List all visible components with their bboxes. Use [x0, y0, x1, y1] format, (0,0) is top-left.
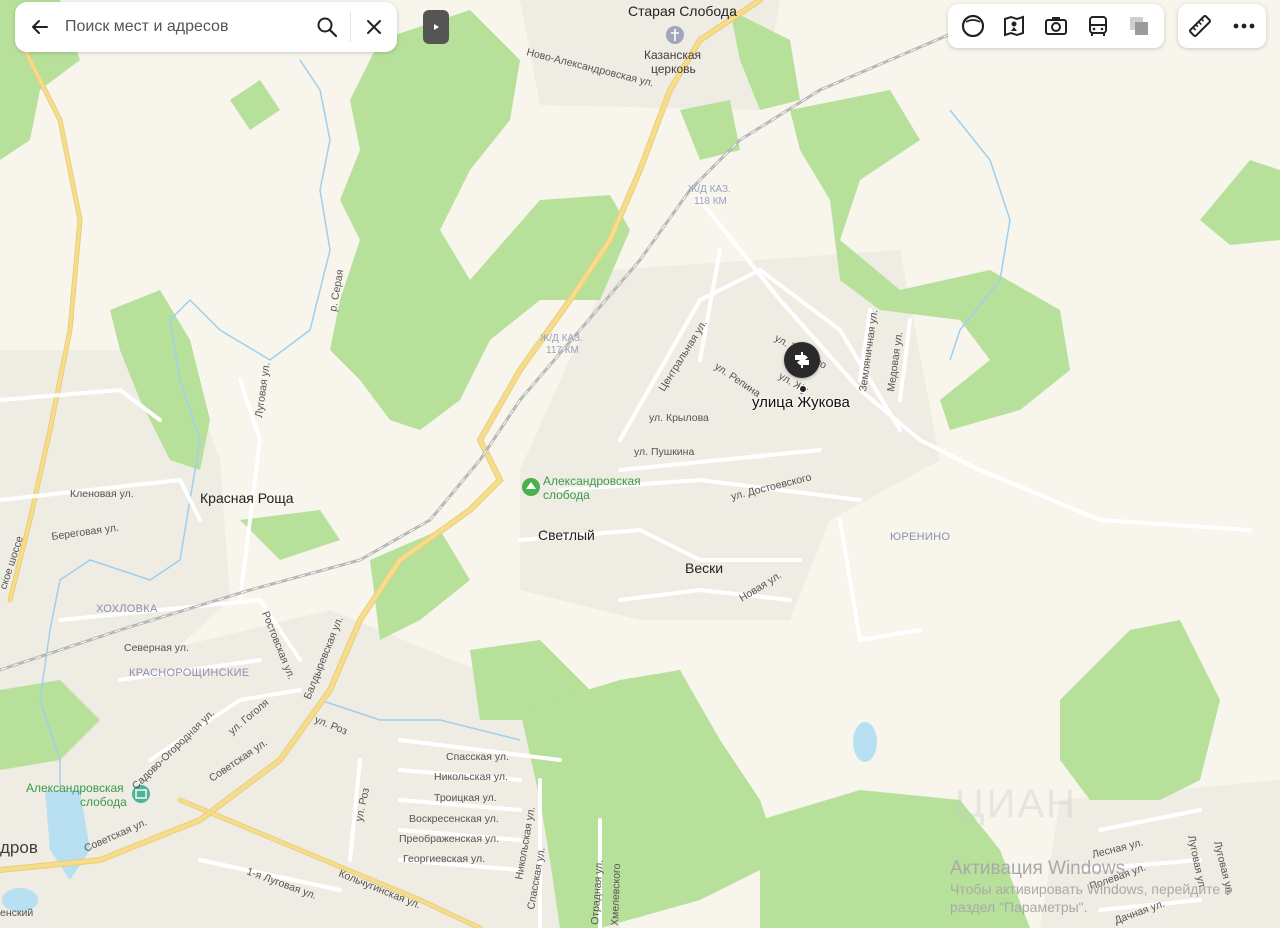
- church-label-line2: церковь: [651, 62, 696, 76]
- search-bar: Поиск мест и адресов: [15, 2, 397, 52]
- street-label: Хмелевского: [609, 863, 623, 926]
- marker-label: улица Жукова: [752, 394, 850, 411]
- street-label: Георгиевская ул.: [403, 853, 485, 865]
- marker-point: [799, 385, 807, 393]
- district-label-yurenino: ЮРЕНИНО: [890, 531, 950, 543]
- rail-label-117-line2: 117 КМ: [546, 345, 579, 356]
- street-label: Спасская ул.: [446, 751, 509, 763]
- clear-button[interactable]: [351, 2, 397, 52]
- street-label: Преображенская ул.: [399, 833, 499, 845]
- transport-button[interactable]: [1079, 7, 1117, 45]
- selected-location-marker[interactable]: [784, 342, 820, 378]
- play-right-icon: [434, 24, 439, 30]
- street-label: ул. Пушкина: [634, 446, 694, 458]
- map-layer-button[interactable]: [954, 7, 992, 45]
- search-icon: [317, 17, 338, 38]
- map-canvas[interactable]: Старая Слобода Казанская церковь Красная…: [0, 0, 1280, 928]
- church-icon[interactable]: [666, 26, 684, 44]
- photo-button[interactable]: [1037, 7, 1075, 45]
- map-layer-icon: [961, 14, 984, 38]
- map-toolbar: [948, 4, 1164, 48]
- place-label-krasnaya-roscha: Красная Роща: [200, 490, 294, 506]
- street-label: Воскресенская ул.: [409, 813, 499, 825]
- panorama-icon: [1004, 15, 1025, 37]
- rail-label-118-line2: 118 КМ: [694, 196, 727, 207]
- street-label: ул. Крылова: [649, 412, 709, 424]
- station-icon[interactable]: [522, 478, 540, 496]
- site-watermark: ЦИАН: [955, 782, 1077, 826]
- street-label: Кленовая ул.: [70, 488, 134, 500]
- street-label: Северная ул.: [124, 642, 189, 654]
- district-label-khokhlovka: ХОХЛОВКА: [96, 603, 158, 615]
- museum-label-line1: Александровская: [26, 781, 124, 795]
- place-label-staraya-sloboda: Старая Слобода: [628, 3, 737, 19]
- watermark-title: Активация Windows: [950, 858, 1126, 879]
- rail-label-118-line1: Ж/Д КАЗ.: [688, 184, 731, 195]
- street-sign-icon: [795, 352, 809, 368]
- arrow-left-icon: [32, 20, 48, 34]
- panorama-button[interactable]: [995, 7, 1033, 45]
- station-label-line1: Александровская: [543, 474, 641, 488]
- district-label-krasnoroshinskie: КРАСНОРОЩИНСКИЕ: [129, 667, 249, 679]
- photo-camera-icon: [1044, 17, 1067, 35]
- watermark-line1: Чтобы активировать Windows, перейдите в: [950, 881, 1232, 897]
- watermark-line2: раздел "Параметры".: [950, 899, 1088, 915]
- windows-activation-watermark: Активация Windows Чтобы активировать Win…: [950, 858, 1232, 916]
- city-label: дров: [0, 838, 38, 857]
- ruler-icon: [1189, 15, 1211, 37]
- collapse-panel-button[interactable]: [423, 10, 449, 44]
- more-icon: [1233, 23, 1255, 29]
- more-button[interactable]: [1225, 7, 1263, 45]
- place-label-svetly: Светлый: [538, 527, 595, 543]
- layers-icon: [1130, 17, 1149, 35]
- street-label: Троицкая ул.: [434, 792, 497, 804]
- search-button[interactable]: [304, 2, 350, 52]
- back-button[interactable]: [15, 2, 65, 52]
- place-label-veski: Вески: [685, 560, 723, 576]
- church-label-line1: Казанская: [644, 48, 701, 62]
- rail-label-117-line1: Ж/Д КАЗ.: [540, 333, 583, 344]
- street-label-bottom-left: енский: [0, 907, 33, 919]
- ruler-button[interactable]: [1181, 7, 1219, 45]
- close-icon: [367, 20, 381, 34]
- museum-label-line2: слобода: [80, 795, 127, 809]
- map-tools: [1178, 4, 1266, 48]
- station-label-line2: слобода: [543, 488, 590, 502]
- search-input[interactable]: Поиск мест и адресов: [65, 18, 304, 36]
- transport-bus-icon: [1088, 16, 1107, 36]
- layers-button[interactable]: [1120, 7, 1158, 45]
- street-label: Никольская ул.: [434, 771, 508, 783]
